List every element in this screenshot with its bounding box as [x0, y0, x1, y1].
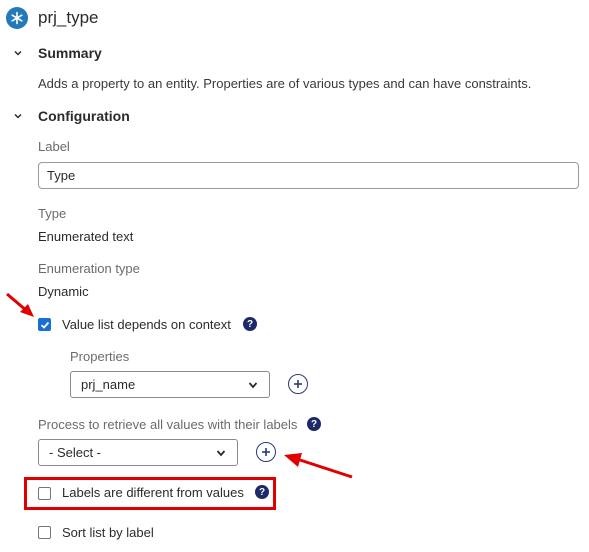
configuration-section-title[interactable]: Configuration: [38, 108, 130, 124]
label-input-value: Type: [47, 168, 76, 183]
help-icon[interactable]: ?: [307, 417, 321, 431]
summary-section-title[interactable]: Summary: [38, 45, 102, 61]
properties-label: Properties: [70, 349, 130, 364]
add-process-button[interactable]: [256, 442, 276, 462]
asterisk-icon: [6, 7, 28, 29]
label-field-label: Label: [38, 139, 70, 154]
annotation-arrow-icon: [284, 453, 353, 479]
page-title: prj_type: [38, 8, 99, 27]
enumeration-type-label: Enumeration type: [38, 261, 140, 276]
type-label: Type: [38, 206, 67, 221]
chevron-down-icon[interactable]: [12, 47, 24, 59]
summary-description: Adds a property to an entity. Properties…: [38, 76, 532, 91]
properties-select-value: prj_name: [81, 377, 136, 392]
plus-icon: [294, 380, 302, 388]
chevron-down-icon[interactable]: [12, 110, 24, 122]
annotation-arrow-icon: [6, 292, 34, 317]
chevron-down-icon: [216, 449, 226, 456]
label-input[interactable]: Type: [38, 162, 579, 189]
add-property-button[interactable]: [288, 374, 308, 394]
labels-different-checkbox[interactable]: [38, 487, 51, 500]
process-label: Process to retrieve all values with thei…: [38, 417, 298, 432]
sort-list-label[interactable]: Sort list by label: [62, 525, 154, 540]
help-icon[interactable]: ?: [243, 317, 257, 331]
labels-different-label[interactable]: Labels are different from values: [62, 485, 244, 500]
plus-icon: [262, 448, 270, 456]
help-icon[interactable]: ?: [255, 485, 269, 499]
sort-list-checkbox[interactable]: [38, 526, 51, 539]
type-value: Enumerated text: [38, 229, 134, 244]
chevron-down-icon: [248, 381, 258, 388]
process-select-value: - Select -: [49, 445, 102, 460]
properties-select[interactable]: prj_name: [70, 371, 270, 398]
value-list-context-label[interactable]: Value list depends on context: [62, 317, 231, 332]
process-select[interactable]: - Select -: [38, 439, 238, 466]
